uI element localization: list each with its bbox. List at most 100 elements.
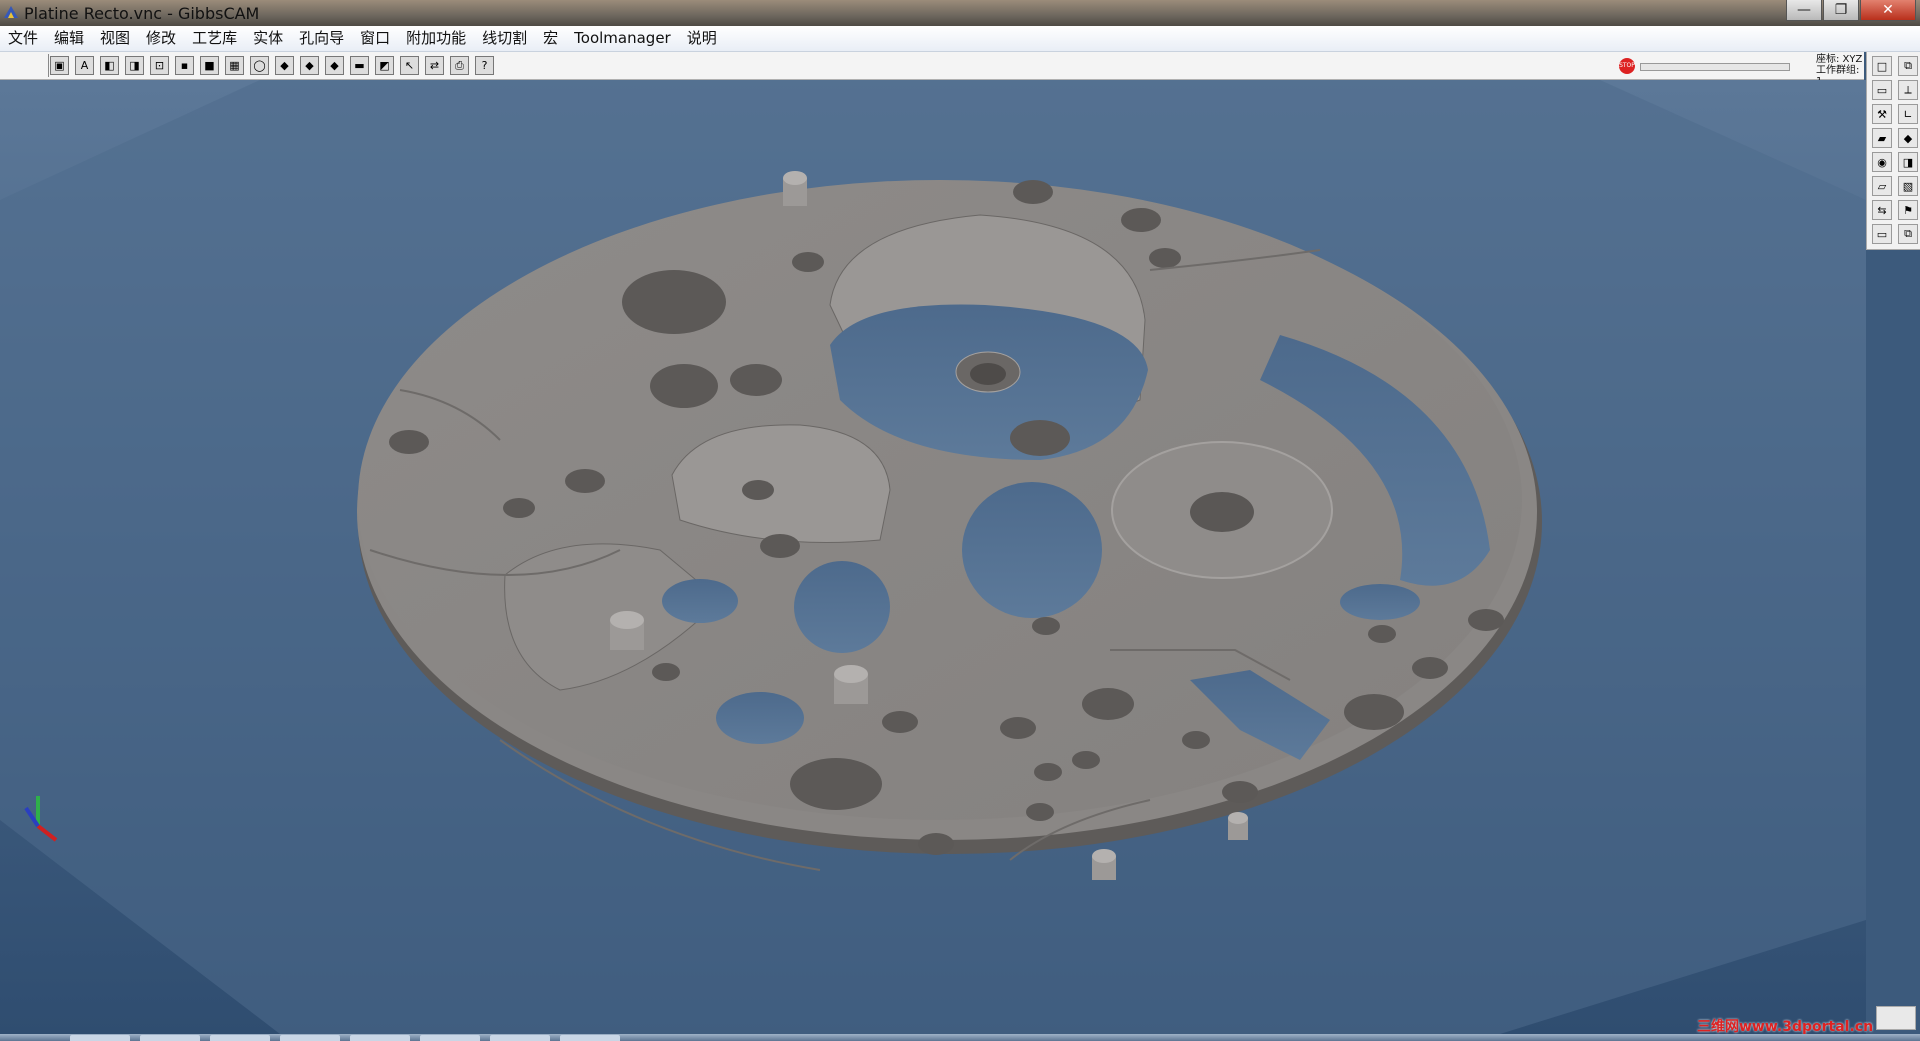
maximize-button[interactable]: ❐ xyxy=(1823,0,1859,21)
ruler-icon[interactable]: ▬ xyxy=(350,56,369,75)
taskbar-item[interactable] xyxy=(420,1035,480,1041)
main-toolbar: ▣A◧◨⊡▪■▦◯◆◆◆▬◩↖⇄⎙? STOP 座标: XYZ 工作群组: 1 xyxy=(0,52,1864,87)
menu-item-0[interactable]: 文件 xyxy=(0,26,46,51)
copy-doc-icon[interactable]: ⧉ xyxy=(1898,56,1918,76)
right-tool-palette: □ ⧉ ▭ ⟂ ⚒ ∟ ▰ ◆ ◉ ◨ ▱ ▧ ⇆ ⚑ ▭ ⧉ xyxy=(1866,52,1920,250)
plane-icon[interactable]: ◆ xyxy=(1898,128,1918,148)
iso-view-icon[interactable]: ◨ xyxy=(125,56,144,75)
hole-y xyxy=(918,833,954,855)
layer-icon[interactable]: ▱ xyxy=(1872,176,1892,196)
new-doc-icon[interactable]: □ xyxy=(1872,56,1892,76)
tool-icon[interactable]: ⚒ xyxy=(1872,104,1892,124)
mesh-view-icon[interactable]: ▦ xyxy=(225,56,244,75)
top-boss-hole xyxy=(970,363,1006,385)
close-button[interactable]: ✕ xyxy=(1860,0,1916,21)
color-view-icon[interactable]: ■ xyxy=(200,56,219,75)
pointer-icon[interactable]: ↖ xyxy=(400,56,419,75)
hole-h xyxy=(1121,208,1161,232)
rect-select-icon[interactable]: ▭ xyxy=(1872,80,1892,100)
rect-icon[interactable]: ▭ xyxy=(1872,224,1892,244)
eye-palette-icon[interactable]: ◉ xyxy=(1872,152,1892,172)
progress-bar xyxy=(1640,63,1790,71)
axis-icon[interactable]: ⟂ xyxy=(1898,80,1918,100)
taskbar xyxy=(0,1034,1920,1041)
hole-ac xyxy=(1182,731,1210,749)
taskbar-item[interactable] xyxy=(140,1035,200,1041)
left-cutout xyxy=(662,579,738,623)
transform-icon[interactable]: ⇄ xyxy=(425,56,444,75)
hole-u xyxy=(1034,763,1062,781)
right-boss-hole xyxy=(1190,492,1254,532)
point-view-icon[interactable]: ⊡ xyxy=(150,56,169,75)
help-pointer-icon[interactable]: ? xyxy=(475,56,494,75)
menu-item-3[interactable]: 修改 xyxy=(138,26,184,51)
copy-icon[interactable]: ⧉ xyxy=(1898,224,1918,244)
hole-p xyxy=(1468,609,1504,631)
window-controls: — ❐ ✕ xyxy=(1785,0,1916,22)
pin-right-cap xyxy=(1228,812,1248,824)
hole-j xyxy=(792,252,824,272)
minimize-button[interactable]: — xyxy=(1786,0,1822,21)
taskbar-item[interactable] xyxy=(490,1035,550,1041)
hole-k xyxy=(1010,420,1070,456)
wireframe-view-icon[interactable]: A xyxy=(75,56,94,75)
lower-cutout xyxy=(716,692,804,744)
hole-d xyxy=(389,430,429,454)
gibbscam-app-icon[interactable] xyxy=(2,4,20,22)
center-cutout xyxy=(962,482,1102,618)
hole-v xyxy=(1072,751,1100,769)
watermark: 三维网www.3dportal.cn xyxy=(1697,1019,1874,1035)
stop-button[interactable]: STOP xyxy=(1619,58,1635,74)
taskbar-item[interactable] xyxy=(350,1035,410,1041)
hole-q xyxy=(1412,657,1448,679)
menu-item-10[interactable]: 宏 xyxy=(535,26,566,51)
eye-icon[interactable]: ◯ xyxy=(250,56,269,75)
window-title: Platine Recto.vnc - GibbsCAM xyxy=(24,4,260,23)
solid-yellow-2-icon[interactable]: ◆ xyxy=(300,56,319,75)
menu-bar: 文件 编辑 视图 修改 工艺库 实体 孔向导 窗口 附加功能 线切割宏 Toolmanager 说明 xyxy=(0,26,1920,52)
3d-viewport[interactable] xyxy=(0,80,1866,1034)
solid-green-icon[interactable]: ◆ xyxy=(325,56,344,75)
section-icon[interactable]: ◩ xyxy=(375,56,394,75)
taskbar-item[interactable] xyxy=(280,1035,340,1041)
solid-yellow-icon[interactable]: ◆ xyxy=(275,56,294,75)
taskbar-item[interactable] xyxy=(560,1035,620,1041)
hole-t xyxy=(1222,781,1258,803)
print-icon[interactable]: ⎙ xyxy=(450,56,469,75)
axis-red-icon[interactable]: ∟ xyxy=(1898,104,1918,124)
pin-bottom-cap xyxy=(1092,849,1116,863)
top-view-icon[interactable]: ▪ xyxy=(175,56,194,75)
menu-item-9[interactable]: 线切割 xyxy=(474,26,535,51)
menu-item-6[interactable]: 孔向导 xyxy=(291,26,352,51)
menu-item-4[interactable]: 工艺库 xyxy=(184,26,245,51)
menu-item-5[interactable]: 实体 xyxy=(245,26,291,51)
box-view-icon[interactable]: ◧ xyxy=(100,56,119,75)
shaded-view-icon[interactable]: ▣ xyxy=(50,56,69,75)
menu-item-7[interactable]: 窗口 xyxy=(352,26,398,51)
taskbar-item[interactable] xyxy=(210,1035,270,1041)
render-icon[interactable]: ▧ xyxy=(1898,176,1918,196)
middle-pocket-wall xyxy=(671,424,891,543)
stock-icon[interactable]: ▰ xyxy=(1872,128,1892,148)
taskbar-item[interactable] xyxy=(70,1035,130,1041)
solid-box-icon[interactable]: ◨ xyxy=(1898,152,1918,172)
menu-item-11[interactable]: Toolmanager xyxy=(566,26,679,51)
hole-z xyxy=(882,711,918,733)
mid-cutout xyxy=(794,561,890,653)
pin-left-cap xyxy=(610,611,644,629)
pin-mid-cap xyxy=(834,665,868,683)
hole-aa xyxy=(652,663,680,681)
hole-ab xyxy=(790,758,882,810)
hole-l xyxy=(742,480,774,500)
menu-item-2[interactable]: 视图 xyxy=(92,26,138,51)
viewport-canvas[interactable] xyxy=(0,80,1866,1034)
status-corner xyxy=(1876,1006,1916,1030)
transform-palette-icon[interactable]: ⇆ xyxy=(1872,200,1892,220)
menu-item-1[interactable]: 编辑 xyxy=(46,26,92,51)
menu-item-12[interactable]: 说明 xyxy=(679,26,725,51)
flag-icon[interactable]: ⚑ xyxy=(1898,200,1918,220)
hole-r xyxy=(1368,625,1396,643)
menu-item-8[interactable]: 附加功能 xyxy=(398,26,474,51)
hole-e xyxy=(503,498,535,518)
hole-b xyxy=(650,364,718,408)
